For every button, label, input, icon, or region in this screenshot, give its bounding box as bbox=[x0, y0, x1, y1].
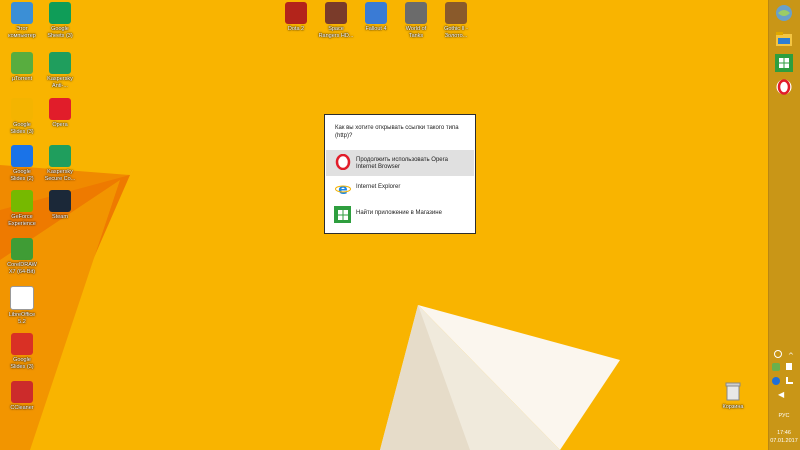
fallout4-icon bbox=[365, 2, 387, 24]
flag-icon[interactable] bbox=[786, 363, 792, 370]
volume-icon[interactable]: ◀ bbox=[778, 391, 786, 399]
desktop-icon-label: Opera bbox=[52, 122, 68, 128]
desktop-icon-label: Google Sheets (3) bbox=[47, 26, 73, 39]
desktop-icon-label: Steam bbox=[52, 214, 68, 220]
opera-tray-icon[interactable] bbox=[774, 350, 782, 358]
kaspersky-secure-icon bbox=[49, 145, 71, 167]
steam-icon bbox=[49, 190, 71, 212]
option-internet-explorer[interactable]: e Internet Explorer bbox=[326, 177, 474, 203]
game-icon-label: World of Tanks bbox=[405, 26, 427, 39]
libreoffice-icon bbox=[10, 286, 34, 310]
ccleaner-icon bbox=[11, 381, 33, 403]
desktop-icon[interactable]: Kaspersky Anti-... bbox=[38, 52, 82, 90]
google-sheets-icon bbox=[49, 2, 71, 24]
svg-text:e: e bbox=[338, 182, 348, 197]
option-store-label: Найти приложение в Магазине bbox=[356, 210, 442, 216]
clock-date[interactable]: 07.01.2017 bbox=[768, 438, 800, 445]
opera-icon[interactable] bbox=[775, 78, 793, 96]
dota2-icon bbox=[285, 2, 307, 24]
recycle-bin[interactable]: Корзина bbox=[711, 380, 755, 411]
desktop-icon[interactable]: Google Slides (3) bbox=[0, 333, 44, 371]
gothic-icon bbox=[445, 2, 467, 24]
coreldraw-icon bbox=[11, 238, 33, 260]
kaspersky-icon bbox=[49, 52, 71, 74]
desktop-icon-label: Kaspersky Anti-... bbox=[47, 76, 73, 89]
option-opera-label: Продолжить использовать Opera Internet B… bbox=[356, 157, 448, 170]
desktop-icon[interactable]: Google Sheets (3) bbox=[38, 2, 82, 40]
language-indicator[interactable]: РУС bbox=[768, 413, 800, 420]
store-icon[interactable] bbox=[775, 54, 793, 72]
space-rangers-icon bbox=[325, 2, 347, 24]
game-icon[interactable]: Space Rangers HD... bbox=[314, 2, 358, 40]
desktop-icon[interactable]: Kaspersky Secure Co... bbox=[38, 145, 82, 183]
game-icon[interactable]: World of Tanks bbox=[394, 2, 438, 40]
geforce-icon bbox=[11, 190, 33, 212]
google-slides-icon bbox=[11, 98, 33, 120]
game-icon[interactable]: Fallout 4 bbox=[354, 2, 398, 33]
computer-icon bbox=[11, 2, 33, 24]
recycle-bin-label: Корзина bbox=[722, 404, 744, 410]
game-icon-label: Dota 2 bbox=[287, 26, 305, 32]
desktop-icon-label: CorelDRAW X7 (64-Bit) bbox=[7, 262, 37, 275]
desktop-icon-label: Kaspersky Secure Co... bbox=[44, 169, 76, 182]
game-icon-label: Gothic II - Золото... bbox=[444, 26, 468, 39]
file-explorer-icon[interactable] bbox=[775, 30, 793, 48]
shield-icon[interactable] bbox=[772, 363, 780, 371]
ie-globe-icon[interactable] bbox=[775, 4, 793, 22]
game-icon-label: Fallout 4 bbox=[365, 26, 387, 32]
wot-icon bbox=[405, 2, 427, 24]
game-icon-label: Space Rangers HD... bbox=[318, 26, 354, 39]
desktop[interactable]: Этот компьютер Google Sheets (3) µTorrent K… bbox=[0, 0, 768, 450]
desktop-icon[interactable]: Steam bbox=[38, 190, 82, 221]
game-icon[interactable]: Dota 2 bbox=[274, 2, 318, 33]
open-with-dialog: Как вы хотите открывать ссылки такого ти… bbox=[324, 114, 476, 234]
clock-time[interactable]: 17:46 bbox=[768, 430, 800, 437]
desktop-icon[interactable]: CorelDRAW X7 (64-Bit) bbox=[0, 238, 44, 276]
dialog-prompt: Как вы хотите открывать ссылки такого ти… bbox=[335, 125, 459, 139]
desktop-icon-label: LibreOffice 5.2 bbox=[8, 312, 36, 325]
recycle-bin-icon bbox=[722, 380, 744, 402]
store-icon bbox=[334, 206, 351, 223]
bluetooth-icon[interactable] bbox=[772, 377, 780, 385]
internet-explorer-icon: e bbox=[334, 180, 351, 197]
network-icon[interactable] bbox=[786, 377, 793, 384]
option-opera[interactable]: Продолжить использовать Opera Internet B… bbox=[326, 150, 474, 176]
desktop-icon[interactable]: Opera bbox=[38, 98, 82, 129]
desktop-icon-label: CCleaner bbox=[10, 405, 34, 411]
show-hidden-icons[interactable]: ^ bbox=[788, 352, 796, 360]
game-icon[interactable]: Gothic II - Золото... bbox=[434, 2, 478, 40]
google-slides2-icon bbox=[11, 333, 33, 355]
option-store[interactable]: Найти приложение в Магазине bbox=[326, 203, 474, 229]
desktop-icon[interactable]: CCleaner bbox=[0, 381, 44, 412]
opera-icon bbox=[334, 153, 351, 170]
opera-icon bbox=[49, 98, 71, 120]
utorrent-icon bbox=[11, 52, 33, 74]
google-docs-icon bbox=[11, 145, 33, 167]
option-ie-label: Internet Explorer bbox=[356, 184, 401, 190]
desktop-icon-label: Google Slides (3) bbox=[10, 357, 34, 370]
desktop-icon[interactable]: LibreOffice 5.2 bbox=[0, 286, 44, 326]
